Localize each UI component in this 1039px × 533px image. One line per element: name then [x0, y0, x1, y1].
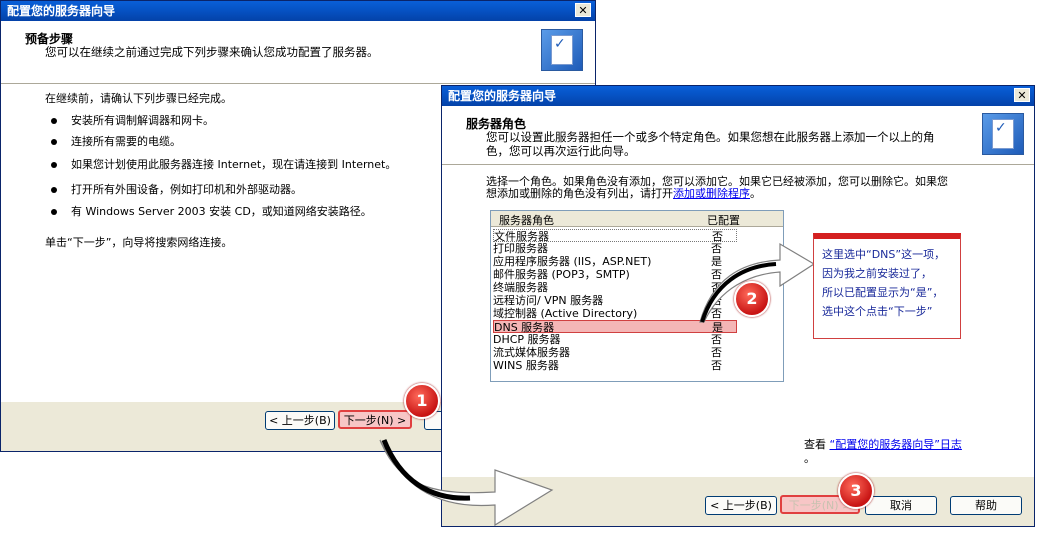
window1-header-subtitle: 您可以在继续之前通过完成下列步骤来确认您成功配置了服务器。 — [45, 45, 379, 59]
next-button[interactable]: 下一步(N) > — [338, 410, 412, 429]
back-button[interactable]: < 上一步(B) — [265, 411, 335, 430]
annotation-note: 这里选中“DNS”这一项， 因为我之前安装过了， 所以已配置显示为“是”， 选中… — [813, 233, 961, 339]
role-list-header: 服务器角色 已配置 — [491, 211, 783, 227]
window2-close-button[interactable]: ✕ — [1014, 88, 1030, 102]
role-row[interactable]: 邮件服务器 (POP3，SMTP) 否 — [493, 268, 737, 281]
window1-header: 预备步骤 您可以在继续之前通过完成下列步骤来确认您成功配置了服务器。 ✓ — [1, 21, 595, 84]
window1-intro: 在继续前，请确认下列步骤已经完成。 — [45, 92, 232, 105]
role-row[interactable]: 打印服务器否 — [493, 242, 737, 255]
window1-titlebar[interactable]: 配置您的服务器向导 — [1, 1, 595, 21]
window2-header-subtitle: 您可以设置此服务器担任一个或多个特定角色。如果您想在此服务器上添加一个以上的角 — [486, 130, 935, 144]
role-row[interactable]: 应用程序服务器 (IIS，ASP.NET) 是 — [493, 255, 737, 268]
column-header-configured[interactable]: 已配置 — [707, 212, 740, 228]
window2-header-subtitle-2: 色，您可以再次运行此向导。 — [486, 144, 636, 158]
bullet-item: 安装所有调制解调器和网卡。 — [51, 112, 214, 128]
bullet-item: 连接所有需要的电缆。 — [51, 133, 181, 149]
step-badge-1: 1 — [404, 383, 440, 419]
cancel-button[interactable]: 取消 — [865, 496, 937, 515]
role-row[interactable]: 域控制器 (Active Directory) 否 — [493, 307, 737, 320]
view-log-text: 查看 “配置您的服务器向导”日志 。 — [804, 438, 962, 465]
add-remove-programs-link[interactable]: 添加或删除程序 — [673, 187, 750, 200]
step-badge-2: 2 — [734, 281, 770, 317]
role-row[interactable]: 远程访问/ VPN 服务器否 — [493, 294, 737, 307]
column-header-role[interactable]: 服务器角色 — [499, 212, 554, 228]
window2-description-2: 想添加或删除的角色没有列出，请打开添加或删除程序。 — [486, 187, 761, 200]
window2-title: 配置您的服务器向导 — [448, 89, 557, 103]
role-row-dns-selected[interactable]: DNS 服务器是 — [493, 320, 737, 334]
role-row[interactable]: 流式媒体服务器否 — [493, 346, 737, 359]
role-row[interactable]: DHCP 服务器否 — [493, 333, 737, 346]
bullet-item: 打开所有外围设备，例如打印机和外部驱动器。 — [51, 181, 302, 197]
window2-titlebar[interactable]: 配置您的服务器向导 — [442, 86, 1034, 106]
bullet-item: 有 Windows Server 2003 安装 CD，或知道网络安装路径。 — [51, 203, 372, 219]
window1-close-button[interactable]: ✕ — [575, 3, 591, 17]
view-log-link[interactable]: “配置您的服务器向导”日志 — [830, 438, 962, 451]
window2-header: 服务器角色 您可以设置此服务器担任一个或多个特定角色。如果您想在此服务器上添加一… — [442, 106, 1034, 165]
wizard-icon: ✓ — [541, 29, 583, 71]
role-row[interactable]: 文件服务器否 — [493, 229, 737, 243]
bullet-item: 如果您计划使用此服务器连接 Internet，现在请连接到 Internet。 — [51, 156, 396, 172]
step-badge-3: 3 — [838, 473, 874, 509]
window1-footer-text: 单击“下一步”，向导将搜索网络连接。 — [45, 236, 233, 249]
back-button[interactable]: < 上一步(B) — [705, 496, 777, 515]
help-button[interactable]: 帮助 — [950, 496, 1022, 515]
wizard-icon: ✓ — [982, 113, 1024, 155]
window1-title: 配置您的服务器向导 — [7, 4, 116, 18]
role-row[interactable]: WINS 服务器否 — [493, 359, 737, 372]
role-row[interactable]: 终端服务器否 — [493, 281, 737, 294]
